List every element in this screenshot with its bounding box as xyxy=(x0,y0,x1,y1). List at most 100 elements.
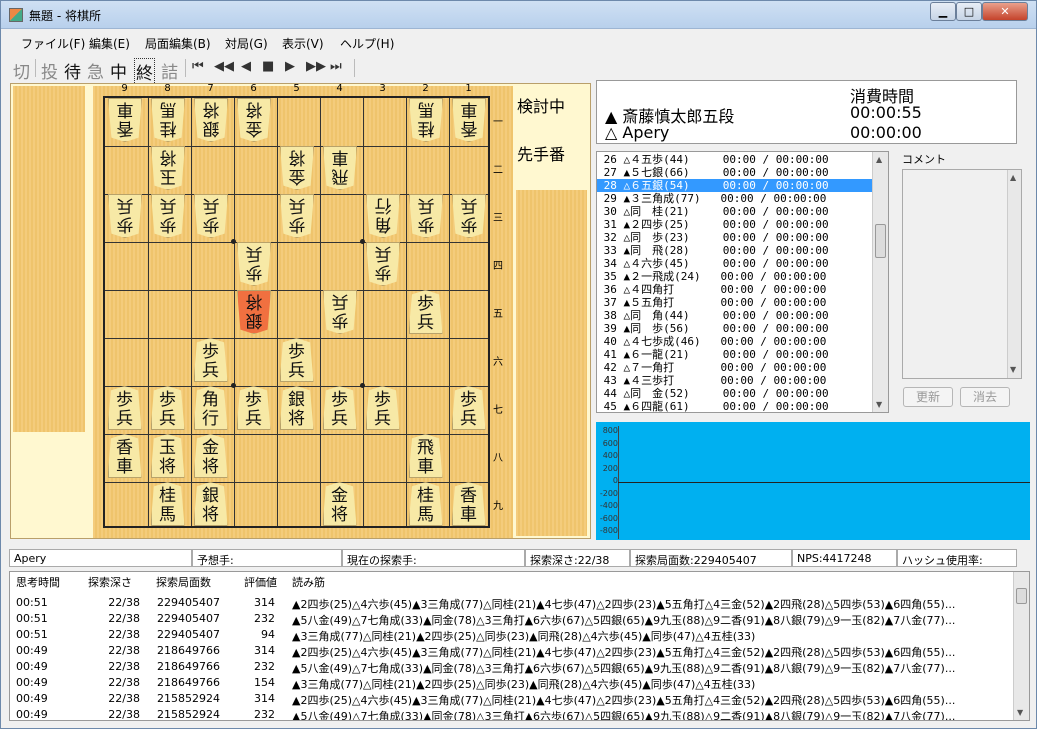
gote-piece-stand[interactable] xyxy=(13,86,85,432)
menu-help[interactable]: ヘルプ(H) xyxy=(340,35,394,52)
comment-box[interactable]: ▲ ▼ xyxy=(902,169,1022,379)
move-list-item[interactable]: 38 △同 角(44) 00:00 / 00:00:00 xyxy=(597,309,873,322)
comment-scrollbar[interactable]: ▲ ▼ xyxy=(1007,170,1021,378)
back-many-icon[interactable]: ◀◀ xyxy=(214,59,234,74)
pv-row[interactable]: 00:51 22/38 229405407 314 ▲2四歩(25)△4六歩(45)▲3… xyxy=(10,594,1010,611)
move-list-item[interactable]: 39 ▲同 歩(56) 00:00 / 00:00:00 xyxy=(597,322,873,335)
resign-button[interactable]: 投 xyxy=(41,58,58,83)
pv-row[interactable]: 00:49 22/38 218649766 154 ▲3三角成(77)△同桂(21)▲2… xyxy=(10,674,1010,691)
gote-piece[interactable]: 飛車 xyxy=(323,146,357,190)
move-list-item[interactable]: 43 ▲４三歩打 00:00 / 00:00:00 xyxy=(597,374,873,387)
menu-view[interactable]: 表示(V) xyxy=(282,35,324,52)
gote-piece[interactable]: 歩兵 xyxy=(323,290,357,334)
gote-piece[interactable]: 歩兵 xyxy=(108,194,142,238)
gote-piece[interactable]: 歩兵 xyxy=(280,194,314,238)
move-list-item[interactable]: 37 ▲５五角打 00:00 / 00:00:00 xyxy=(597,296,873,309)
sente-piece[interactable]: 歩兵 xyxy=(408,290,443,334)
scroll-down-icon[interactable]: ▼ xyxy=(1017,708,1023,717)
move-list-item[interactable]: 35 ▲２一飛成(24) 00:00 / 00:00:00 xyxy=(597,270,873,283)
sente-piece[interactable]: 香車 xyxy=(107,434,142,478)
clear-comment-button[interactable]: 消去 xyxy=(960,387,1010,407)
move-list-item[interactable]: 26 △４五歩(44) 00:00 / 00:00:00 xyxy=(597,153,873,166)
maximize-button[interactable]: □ xyxy=(956,2,982,21)
menu-position-edit[interactable]: 局面編集(B) xyxy=(145,35,211,52)
move-list-item[interactable]: 33 ▲同 飛(28) 00:00 / 00:00:00 xyxy=(597,244,873,257)
wait-button[interactable]: 待 xyxy=(64,58,81,83)
pv-list[interactable]: 思考時間 探索深さ 探索局面数 評価値 読み筋 00:51 22/38 229405… xyxy=(9,571,1030,721)
sente-piece[interactable]: 歩兵 xyxy=(365,386,400,430)
gote-piece[interactable]: 香車 xyxy=(108,98,142,142)
gote-piece[interactable]: 銀将 xyxy=(237,290,271,334)
sente-piece[interactable]: 歩兵 xyxy=(451,386,486,430)
sente-piece[interactable]: 銀将 xyxy=(193,482,228,526)
cut-button[interactable]: 切 xyxy=(13,58,30,83)
sente-piece-stand[interactable] xyxy=(516,190,587,536)
move-list-item[interactable]: 44 △同 金(52) 00:00 / 00:00:00 xyxy=(597,387,873,400)
gote-piece[interactable]: 桂馬 xyxy=(151,98,185,142)
move-list-scrollbar[interactable]: ▲ ▼ xyxy=(872,152,888,412)
gote-piece[interactable]: 銀将 xyxy=(194,98,228,142)
pv-header-time[interactable]: 思考時間 xyxy=(16,574,60,590)
move-list-item[interactable]: 29 ▲３三角成(77) 00:00 / 00:00:00 xyxy=(597,192,873,205)
pv-row[interactable]: 00:49 22/38 215852924 314 ▲2四歩(25)△4六歩(45)▲3… xyxy=(10,690,1010,707)
hurry-button[interactable]: 急 xyxy=(87,58,104,83)
close-button[interactable]: ✕ xyxy=(982,2,1028,21)
move-list-item[interactable]: 32 △同 歩(23) 00:00 / 00:00:00 xyxy=(597,231,873,244)
move-list-item[interactable]: 41 ▲６一龍(21) 00:00 / 00:00:00 xyxy=(597,348,873,361)
sente-piece[interactable]: 銀将 xyxy=(279,386,314,430)
move-list[interactable]: 45 ▲６四龍(61) 00:00 / 00:00:00 44 △同 金(52)… xyxy=(596,151,889,413)
forward-many-icon[interactable]: ▶▶ xyxy=(306,59,326,74)
gote-piece[interactable]: 金将 xyxy=(237,98,271,142)
sente-piece[interactable]: 玉将 xyxy=(150,434,185,478)
gote-piece[interactable]: 玉将 xyxy=(151,146,185,190)
move-list-item[interactable]: 42 △７一角打 00:00 / 00:00:00 xyxy=(597,361,873,374)
move-list-item[interactable]: 34 △４六歩(45) 00:00 / 00:00:00 xyxy=(597,257,873,270)
gote-piece[interactable]: 金将 xyxy=(280,146,314,190)
stop-icon[interactable]: ■ xyxy=(262,59,274,74)
move-list-item[interactable]: 31 ▲２四歩(25) 00:00 / 00:00:00 xyxy=(597,218,873,231)
scroll-up-icon[interactable]: ▲ xyxy=(876,155,882,164)
gote-piece[interactable]: 歩兵 xyxy=(409,194,443,238)
sente-piece[interactable]: 金将 xyxy=(193,434,228,478)
sente-piece[interactable]: 歩兵 xyxy=(150,386,185,430)
move-list-item[interactable]: 27 ▲５七銀(66) 00:00 / 00:00:00 xyxy=(597,166,873,179)
pv-row[interactable]: 00:49 22/38 218649766 314 ▲2四歩(25)△4六歩(45)▲3… xyxy=(10,642,1010,659)
shogi-board[interactable]: 987654321一二三四五六七八九香車桂馬銀将金将桂馬香車玉将金将飛車歩兵歩兵… xyxy=(93,83,513,538)
menu-game[interactable]: 対局(G) xyxy=(225,35,268,52)
sente-piece[interactable]: 桂馬 xyxy=(150,482,185,526)
gote-piece[interactable]: 歩兵 xyxy=(366,242,400,286)
interrupt-button[interactable]: 中 xyxy=(110,58,127,83)
pv-header-eval[interactable]: 評価値 xyxy=(244,574,277,590)
gote-piece[interactable]: 歩兵 xyxy=(237,242,271,286)
menu-file[interactable]: ファイル(F) xyxy=(21,35,85,52)
back-one-icon[interactable]: ◀ xyxy=(241,59,251,74)
gote-piece[interactable]: 歩兵 xyxy=(452,194,486,238)
forward-one-icon[interactable]: ▶ xyxy=(285,59,295,74)
scroll-down-icon[interactable]: ▼ xyxy=(1010,365,1016,374)
pv-row[interactable]: 00:51 22/38 229405407 232 ▲5八金(49)△7七角成(33)▲… xyxy=(10,610,1010,627)
move-list-item[interactable]: 30 △同 桂(21) 00:00 / 00:00:00 xyxy=(597,205,873,218)
evaluation-graph[interactable]: 800 600 400 200 0 -200 -400 -600 -800 xyxy=(596,422,1030,540)
sente-piece[interactable]: 香車 xyxy=(451,482,486,526)
pv-scrollbar[interactable]: ▼ xyxy=(1013,572,1029,720)
first-move-icon[interactable]: ⏮ xyxy=(192,59,204,74)
pv-header-depth[interactable]: 探索深さ xyxy=(88,574,132,590)
scroll-thumb[interactable] xyxy=(875,224,886,258)
gote-piece[interactable]: 角行 xyxy=(366,194,400,238)
gote-piece[interactable]: 歩兵 xyxy=(151,194,185,238)
gote-piece[interactable]: 香車 xyxy=(452,98,486,142)
gote-piece[interactable]: 歩兵 xyxy=(194,194,228,238)
minimize-button[interactable]: ▁ xyxy=(930,2,956,21)
scroll-thumb[interactable] xyxy=(1016,588,1027,604)
pv-row[interactable]: 00:49 22/38 218649766 232 ▲5八金(49)△7七角成(33)▲… xyxy=(10,658,1010,675)
sente-piece[interactable]: 歩兵 xyxy=(322,386,357,430)
pv-header-nodes[interactable]: 探索局面数 xyxy=(156,574,211,590)
pv-header-line[interactable]: 読み筋 xyxy=(292,574,325,590)
move-list-item[interactable]: 40 △４七歩成(46) 00:00 / 00:00:00 xyxy=(597,335,873,348)
sente-piece[interactable]: 角行 xyxy=(193,386,228,430)
pv-row[interactable]: 00:51 22/38 229405407 94 ▲3三角成(77)△同桂(21)▲2四… xyxy=(10,626,1010,643)
move-list-item[interactable]: 45 ▲６四龍(61) 00:00 / 00:00:00 xyxy=(597,400,873,412)
gote-piece[interactable]: 桂馬 xyxy=(409,98,443,142)
sente-piece[interactable]: 歩兵 xyxy=(279,338,314,382)
sente-piece[interactable]: 金将 xyxy=(322,482,357,526)
